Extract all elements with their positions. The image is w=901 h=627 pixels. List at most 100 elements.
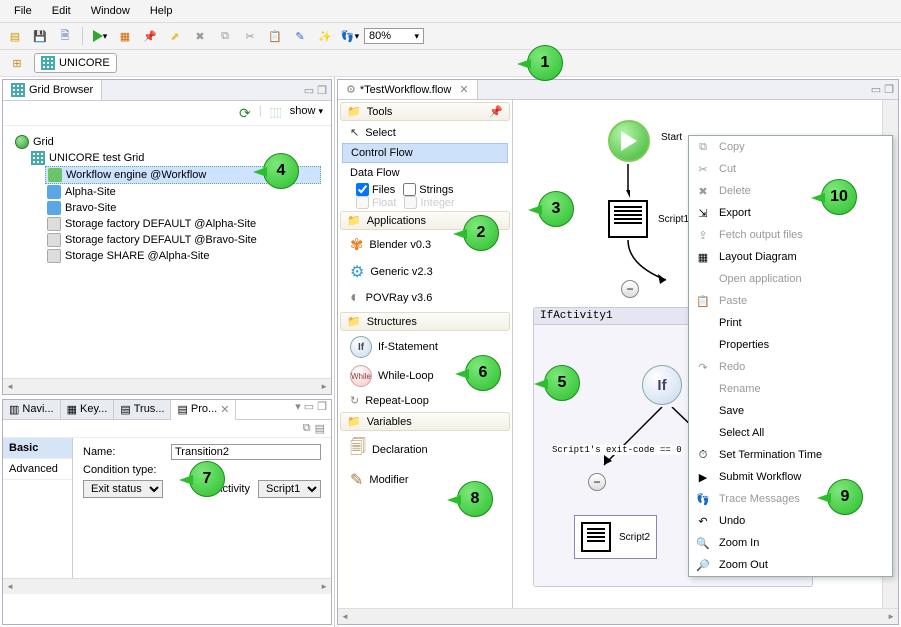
db-button[interactable]: ▦: [114, 25, 136, 47]
close-icon[interactable]: ✕: [459, 83, 468, 96]
delete-icon: ✖: [695, 183, 711, 199]
activity-select[interactable]: Script1: [258, 480, 321, 498]
ctx-zoom-out[interactable]: 🔎Zoom Out: [689, 554, 892, 576]
if-split-node[interactable]: If: [642, 365, 682, 405]
zoom-combo[interactable]: 80%: [364, 28, 424, 44]
tree-storage-alpha[interactable]: Storage factory DEFAULT @Alpha-Site: [45, 216, 321, 232]
pal-select[interactable]: Select: [342, 123, 508, 142]
view-menu-icon[interactable]: ▾: [295, 400, 301, 419]
wand-button[interactable]: ✨: [314, 25, 336, 47]
ctx-label: Print: [719, 317, 742, 329]
tree-storage-share[interactable]: Storage SHARE @Alpha-Site: [45, 248, 321, 264]
cond-select[interactable]: Exit status: [83, 480, 163, 498]
show-dropdown[interactable]: show: [290, 105, 323, 121]
chk-strings[interactable]: Strings: [403, 183, 453, 196]
minimize-icon[interactable]: ▭: [304, 84, 314, 97]
arrow-button[interactable]: ⬈: [164, 25, 186, 47]
drawer-tools[interactable]: 📁Tools📌: [340, 102, 510, 121]
name-label: Name:: [83, 446, 163, 458]
new-button[interactable]: ▤: [4, 25, 26, 47]
drawer-structures[interactable]: 📁Structures: [340, 312, 510, 331]
collapse-toggle[interactable]: −: [588, 473, 606, 491]
copy-button[interactable]: ⧉: [214, 25, 236, 47]
ctx-label: Zoom Out: [719, 559, 768, 571]
ctx-select-all[interactable]: Select All: [689, 422, 892, 444]
editor-tab[interactable]: ⚙ *TestWorkflow.flow ✕: [338, 80, 478, 99]
minimize-icon[interactable]: ▭: [304, 400, 314, 419]
script2-container[interactable]: Script2: [574, 515, 657, 559]
callout-3: 3: [538, 191, 580, 233]
ctx-layout-diagram[interactable]: ▦Layout Diagram: [689, 246, 892, 268]
script2-label: Script2: [619, 532, 650, 543]
name-field[interactable]: [171, 444, 321, 460]
pal-povray[interactable]: ◐POVRay v3.6: [342, 286, 508, 310]
chk-files[interactable]: Files: [356, 183, 395, 196]
menu-edit[interactable]: Edit: [42, 2, 81, 20]
callout-9: 9: [827, 479, 869, 521]
pal-declaration[interactable]: 🗐Declaration: [342, 433, 508, 466]
save-all-button[interactable]: 🗎: [54, 25, 76, 47]
unicore-perspective[interactable]: UNICORE: [34, 53, 117, 73]
ctx-set-termination-time[interactable]: ⏱Set Termination Time: [689, 444, 892, 466]
pin-button[interactable]: 📌: [139, 25, 161, 47]
menu-file[interactable]: File: [4, 2, 42, 20]
save-button[interactable]: 💾: [29, 25, 51, 47]
maximize-icon[interactable]: ❐: [884, 83, 894, 96]
script1-node[interactable]: [608, 200, 648, 238]
transition-true-label[interactable]: Script1's exit-code == 0: [552, 445, 682, 455]
close-icon[interactable]: ✕: [220, 403, 229, 416]
tab-navigator[interactable]: ▥ Navi...: [3, 400, 61, 419]
tree-bravo-site[interactable]: Bravo-Site: [45, 200, 321, 216]
cut-button[interactable]: ✂: [239, 25, 261, 47]
editor-tab-label: *TestWorkflow.flow: [360, 84, 452, 96]
maximize-icon[interactable]: ❐: [317, 400, 327, 419]
tab-truststore[interactable]: ▤ Trus...: [114, 400, 171, 419]
main-toolbar: ▤ 💾 🗎 ▦ 📌 ⬈ ✖ ⧉ ✂ 📋 ✎ ✨ 👣 80%: [0, 23, 901, 50]
ctx-properties[interactable]: Properties: [689, 334, 892, 356]
ctx-label: Save: [719, 405, 744, 417]
maximize-icon[interactable]: ❐: [317, 84, 327, 97]
prop-pin2-icon[interactable]: ▤: [315, 422, 325, 435]
tree-storage-bravo[interactable]: Storage factory DEFAULT @Bravo-Site: [45, 232, 321, 248]
trace-button[interactable]: 👣: [339, 25, 361, 47]
delete-button[interactable]: ✖: [189, 25, 211, 47]
pal-control-flow[interactable]: Control Flow: [342, 143, 508, 163]
pin-icon[interactable]: 📌: [489, 105, 503, 118]
clock-icon: ⏱: [695, 447, 711, 463]
tab-properties[interactable]: ▤ Pro... ✕: [171, 400, 236, 420]
collapse-toggle[interactable]: −: [621, 280, 639, 298]
storage-icon: [47, 217, 61, 231]
callout-8: 8: [457, 481, 499, 523]
minimize-icon[interactable]: ▭: [871, 83, 881, 96]
open-perspective-button[interactable]: ⊞: [6, 52, 28, 74]
ctx-zoom-in[interactable]: 🔍Zoom In: [689, 532, 892, 554]
start-node[interactable]: [608, 120, 650, 162]
callout-1: 1: [527, 45, 569, 87]
grid-browser-tab[interactable]: Grid Browser: [3, 80, 102, 100]
drawer-variables[interactable]: 📁Variables: [340, 412, 510, 431]
prop-basic[interactable]: Basic: [3, 438, 72, 459]
pal-data-flow[interactable]: Data Flow: [342, 164, 508, 182]
tree-root[interactable]: Grid: [13, 134, 321, 150]
prop-pin-icon[interactable]: ⧉: [303, 422, 311, 435]
refresh-button[interactable]: [237, 105, 253, 121]
ctx-label: Export: [719, 207, 751, 219]
edit-button[interactable]: ✎: [289, 25, 311, 47]
pal-generic[interactable]: ⚙Generic v2.3: [342, 259, 508, 285]
filter-icon[interactable]: ⿲: [268, 105, 284, 121]
ctx-label: Paste: [719, 295, 747, 307]
hscrollbar[interactable]: [3, 578, 331, 594]
ctx-save[interactable]: Save: [689, 400, 892, 422]
paste-button[interactable]: 📋: [264, 25, 286, 47]
site-icon: [47, 185, 61, 199]
ctx-print[interactable]: Print: [689, 312, 892, 334]
menu-help[interactable]: Help: [140, 2, 183, 20]
menu-window[interactable]: Window: [81, 2, 140, 20]
prop-advanced[interactable]: Advanced: [3, 459, 72, 480]
layout-icon: ▦: [695, 249, 711, 265]
ctx-label: Trace Messages: [719, 493, 800, 505]
tab-keystore[interactable]: ▦ Key...: [61, 400, 115, 419]
run-button[interactable]: [89, 25, 111, 47]
callout-4: 4: [263, 153, 305, 195]
hscrollbar[interactable]: [3, 378, 331, 394]
